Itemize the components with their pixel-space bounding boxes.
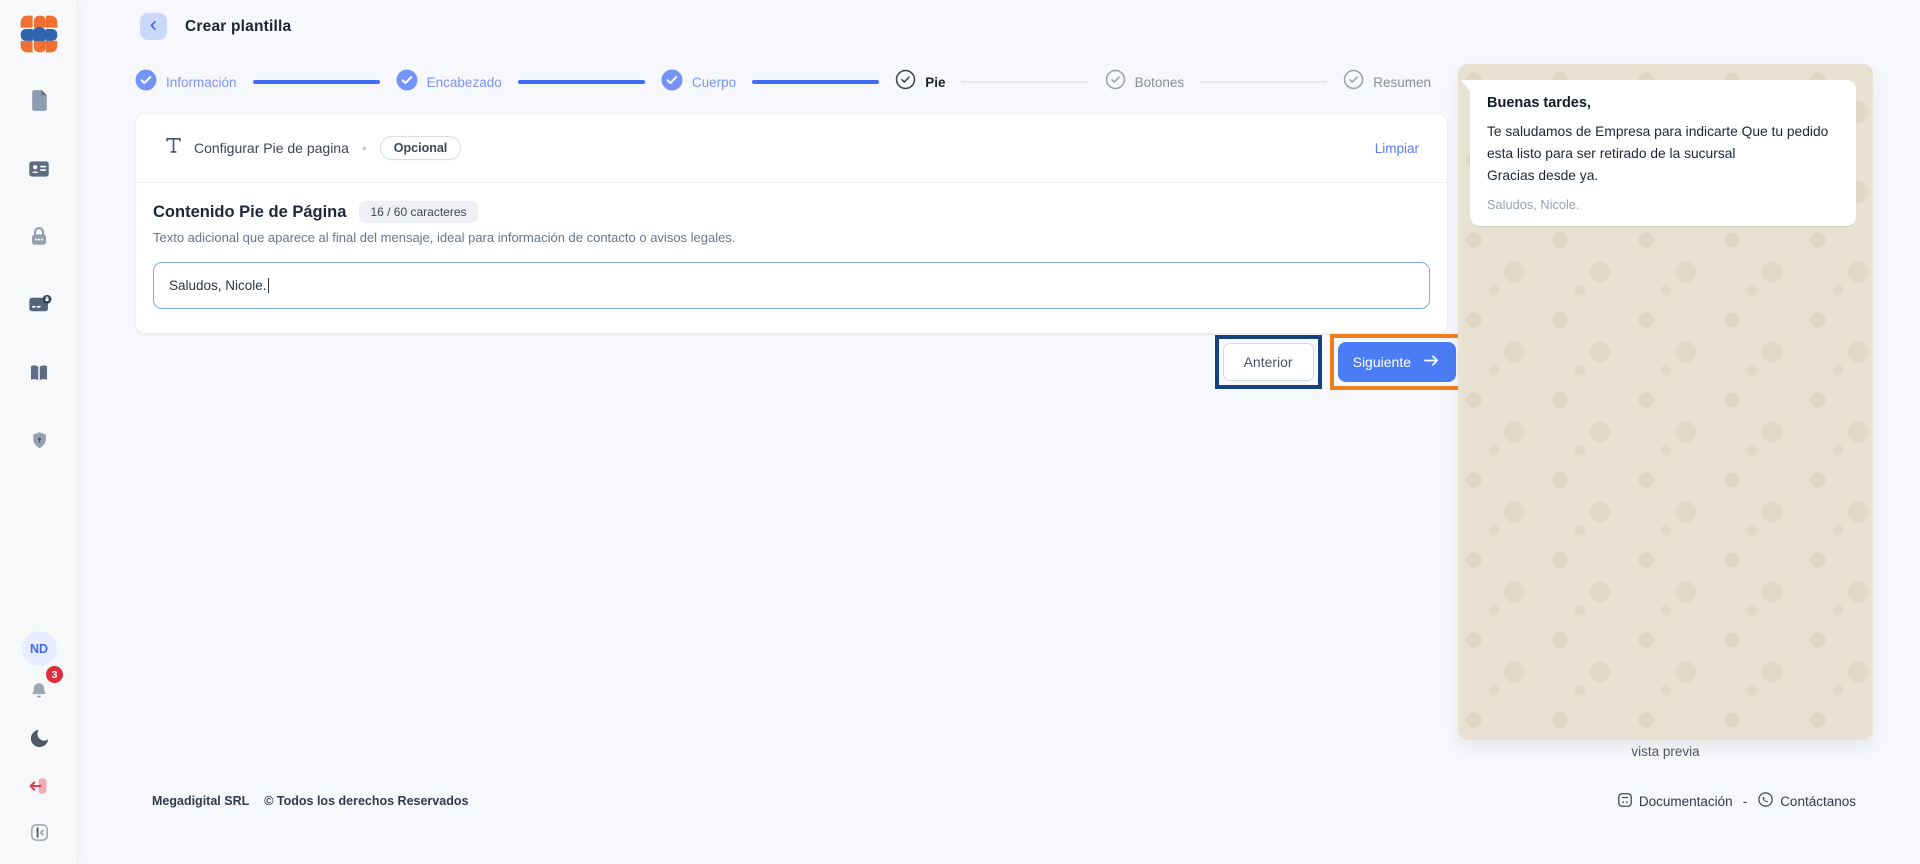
sidebar-item-contacts[interactable]	[19, 150, 59, 190]
shield-keyhole-icon	[29, 430, 50, 454]
company-name: Megadigital SRL	[152, 794, 249, 808]
step-connector	[1200, 81, 1327, 84]
topbar: Crear plantilla	[140, 13, 291, 40]
logout-icon	[27, 774, 51, 801]
message-body-line1: Te saludamos de Empresa para indicarte Q…	[1487, 121, 1839, 165]
chevron-left-icon	[147, 19, 160, 35]
preview-caption: vista previa	[1458, 744, 1873, 759]
dot-separator: •	[362, 140, 367, 156]
logout-button[interactable]	[19, 767, 59, 807]
footer-text-value: Saludos, Nicole.	[169, 278, 267, 293]
footer-right: Documentación - Contáctanos	[1617, 791, 1856, 811]
lock-icon	[26, 224, 52, 253]
back-button[interactable]	[140, 13, 167, 40]
footer-left: Megadigital SRL © Todos los derechos Res…	[152, 794, 468, 808]
bell-icon	[27, 680, 51, 707]
previous-button[interactable]: Anterior	[1223, 343, 1314, 381]
page-title: Crear plantilla	[185, 18, 291, 36]
step-encabezado[interactable]: Encabezado	[396, 69, 502, 96]
sidebar-bottom: ND 3	[19, 631, 59, 854]
text-icon	[164, 136, 183, 160]
step-connector	[961, 81, 1088, 84]
documentation-label: Documentación	[1639, 794, 1733, 809]
check-circle-outline-icon	[895, 69, 916, 95]
sidebar-item-documents[interactable]	[19, 82, 59, 122]
check-circle-filled-icon	[135, 69, 157, 96]
sidebar: ND 3	[0, 0, 78, 864]
file-icon	[27, 88, 52, 116]
text-caret	[268, 278, 269, 293]
open-book-icon	[26, 360, 52, 389]
next-button-label: Siguiente	[1353, 354, 1411, 370]
section-title: Contenido Pie de Página	[153, 203, 346, 222]
sidebar-item-payments[interactable]	[19, 286, 59, 326]
card-title: Configurar Pie de pagina	[194, 140, 349, 156]
message-body-line2: Gracias desde ya.	[1487, 165, 1839, 187]
section-title-row: Contenido Pie de Página 16 / 60 caracter…	[153, 201, 1430, 223]
arrow-right-icon	[1422, 353, 1441, 371]
step-resumen: Resumen	[1343, 69, 1431, 95]
annotation-box-previous: Anterior	[1215, 335, 1322, 389]
whatsapp-icon	[1757, 791, 1774, 811]
notification-badge: 3	[46, 666, 63, 683]
check-circle-filled-icon	[661, 69, 683, 96]
moon-icon	[28, 727, 51, 753]
step-connector	[752, 80, 879, 84]
sidebar-item-security[interactable]	[19, 218, 59, 258]
page-footer: Megadigital SRL © Todos los derechos Res…	[152, 791, 1856, 811]
wizard-actions: Anterior Siguiente	[135, 334, 1464, 390]
check-circle-outline-icon	[1343, 69, 1364, 95]
step-cuerpo[interactable]: Cuerpo	[661, 69, 736, 96]
check-circle-outline-icon	[1105, 69, 1126, 95]
notifications-button[interactable]: 3	[19, 673, 59, 713]
next-button[interactable]: Siguiente	[1338, 342, 1456, 382]
step-label: Información	[166, 75, 237, 90]
sidebar-item-privacy[interactable]	[19, 422, 59, 462]
app-window: ND 3	[0, 0, 1920, 864]
check-circle-filled-icon	[396, 69, 418, 96]
credit-card-icon	[26, 291, 53, 321]
sidebar-nav	[19, 82, 59, 462]
step-connector	[253, 80, 380, 84]
contact-label: Contáctanos	[1780, 794, 1856, 809]
id-card-icon	[26, 156, 52, 185]
step-label: Botones	[1135, 75, 1185, 90]
message-preview-panel: Buenas tardes, Te saludamos de Empresa p…	[1458, 64, 1873, 740]
message-footer-text: Saludos, Nicole.	[1487, 197, 1839, 212]
avatar[interactable]: ND	[22, 631, 57, 666]
documentation-icon	[1617, 792, 1633, 811]
contact-link[interactable]: Contáctanos	[1757, 791, 1856, 811]
step-connector	[518, 80, 645, 84]
card-body: Contenido Pie de Página 16 / 60 caracter…	[136, 183, 1447, 309]
wizard-stepper: Información Encabezado Cuerpo Pie	[135, 66, 1431, 98]
step-botones: Botones	[1105, 69, 1185, 95]
copyright-text: © Todos los derechos Reservados	[264, 794, 468, 808]
step-label: Cuerpo	[692, 75, 736, 90]
optional-badge: Opcional	[380, 136, 461, 160]
footer-text-input[interactable]: Saludos, Nicole.	[153, 262, 1430, 309]
sidebar-item-library[interactable]	[19, 354, 59, 394]
char-counter-badge: 16 / 60 caracteres	[359, 201, 477, 223]
message-bubble: Buenas tardes, Te saludamos de Empresa p…	[1470, 80, 1856, 226]
card-header-left: Configurar Pie de pagina • Opcional	[164, 136, 461, 160]
dark-mode-toggle[interactable]	[19, 720, 59, 760]
brand-logo[interactable]	[17, 12, 61, 56]
step-label: Pie	[925, 75, 945, 90]
annotation-box-next: Siguiente	[1330, 334, 1464, 390]
step-label: Encabezado	[427, 75, 502, 90]
collapse-sidebar-button[interactable]	[19, 814, 59, 854]
brand-flower-icon	[17, 44, 61, 59]
card-header: Configurar Pie de pagina • Opcional Limp…	[136, 114, 1447, 183]
collapse-sidebar-icon	[28, 821, 51, 847]
step-informacion[interactable]: Información	[135, 69, 237, 96]
footer-config-card: Configurar Pie de pagina • Opcional Limp…	[135, 113, 1448, 334]
message-header-text: Buenas tardes,	[1487, 95, 1839, 111]
footer-separator: -	[1743, 794, 1748, 809]
step-label: Resumen	[1373, 75, 1431, 90]
clear-link[interactable]: Limpiar	[1375, 141, 1419, 156]
step-pie[interactable]: Pie	[895, 69, 945, 95]
documentation-link[interactable]: Documentación	[1617, 792, 1733, 811]
section-description: Texto adicional que aparece al final del…	[153, 230, 1430, 245]
